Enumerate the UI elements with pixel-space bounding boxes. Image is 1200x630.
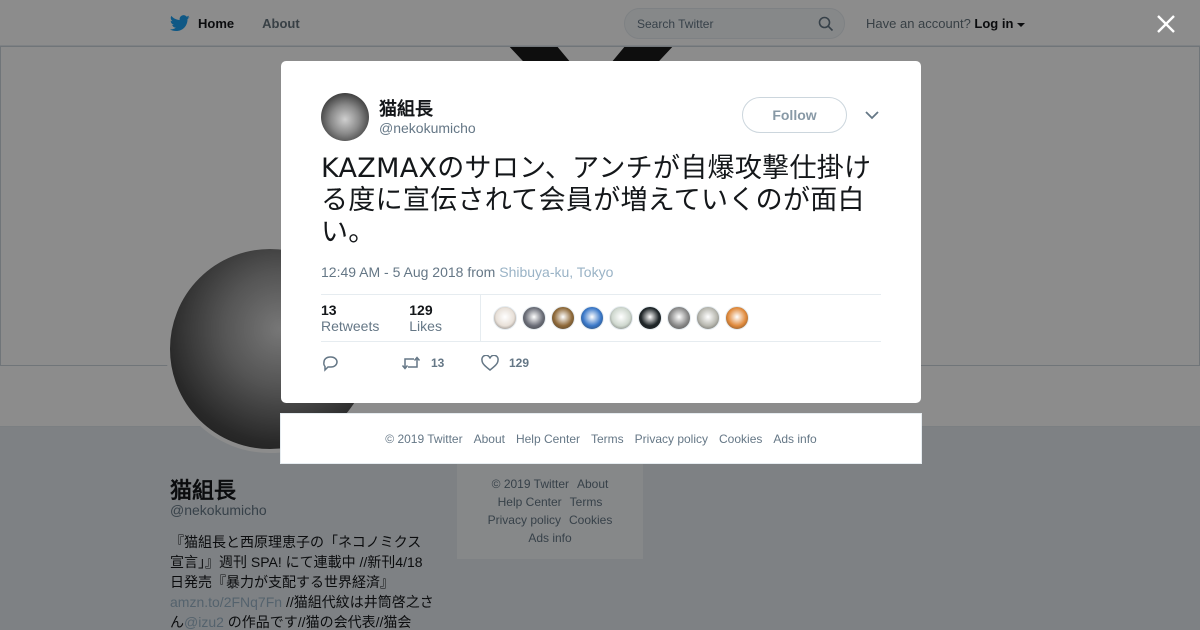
footer-cookies[interactable]: Cookies (719, 432, 762, 446)
follow-button[interactable]: Follow (742, 97, 847, 133)
likes-stat[interactable]: 129 Likes (409, 302, 468, 334)
close-icon[interactable] (1152, 10, 1180, 38)
tweet-stats: 13 Retweets 129 Likes (321, 294, 881, 342)
reply-action[interactable] (321, 354, 401, 372)
footer-about[interactable]: About (474, 432, 505, 446)
liker-avatar[interactable] (551, 306, 575, 330)
retweets-stat[interactable]: 13 Retweets (321, 302, 397, 334)
footer-terms[interactable]: Terms (591, 432, 624, 446)
liker-avatar[interactable] (493, 306, 517, 330)
liker-avatars (493, 306, 749, 330)
tweet-timestamp[interactable]: 12:49 AM - 5 Aug 2018 from (321, 264, 499, 280)
heart-icon[interactable] (481, 355, 499, 371)
stats-divider (480, 294, 481, 342)
retweets-count: 13 (321, 302, 337, 318)
stats-counts: 13 Retweets 129 Likes (321, 302, 480, 334)
liker-avatar[interactable] (522, 306, 546, 330)
likes-label: Likes (409, 318, 442, 334)
footer-ads-info[interactable]: Ads info (773, 432, 816, 446)
chevron-down-icon[interactable] (864, 107, 880, 123)
tweet-meta: 12:49 AM - 5 Aug 2018 from Shibuya-ku, T… (321, 264, 613, 280)
author-avatar[interactable] (321, 93, 369, 141)
reply-icon[interactable] (321, 354, 339, 372)
tweet-actions: 13 129 (321, 351, 561, 375)
liker-avatar[interactable] (609, 306, 633, 330)
author-name[interactable]: 猫組長 (379, 95, 433, 121)
tweet-place-link[interactable]: Shibuya-ku, Tokyo (499, 264, 613, 280)
tweet-text: KAZMAXのサロン、アンチが自爆攻撃仕掛ける度に宣伝されて会員が増えていくのが… (321, 153, 872, 248)
liker-avatar[interactable] (696, 306, 720, 330)
retweet-icon[interactable] (401, 354, 421, 372)
tweet-modal: 猫組長 @nekokumicho Follow KAZMAXのサロン、アンチが自… (281, 61, 921, 403)
retweet-action[interactable]: 13 (401, 354, 481, 372)
modal-footer: © 2019 Twitter About Help Center Terms P… (280, 413, 922, 464)
like-action[interactable]: 129 (481, 355, 561, 371)
footer-copyright: © 2019 Twitter (385, 431, 463, 446)
liker-avatar[interactable] (580, 306, 604, 330)
author-handle[interactable]: @nekokumicho (379, 120, 476, 136)
footer-privacy[interactable]: Privacy policy (635, 432, 708, 446)
like-count: 129 (509, 356, 530, 370)
footer-help-center[interactable]: Help Center (516, 432, 580, 446)
liker-avatar[interactable] (667, 306, 691, 330)
likes-count: 129 (409, 302, 433, 318)
liker-avatar[interactable] (638, 306, 662, 330)
retweets-label: Retweets (321, 318, 380, 334)
retweet-count: 13 (431, 356, 445, 370)
liker-avatar[interactable] (725, 306, 749, 330)
